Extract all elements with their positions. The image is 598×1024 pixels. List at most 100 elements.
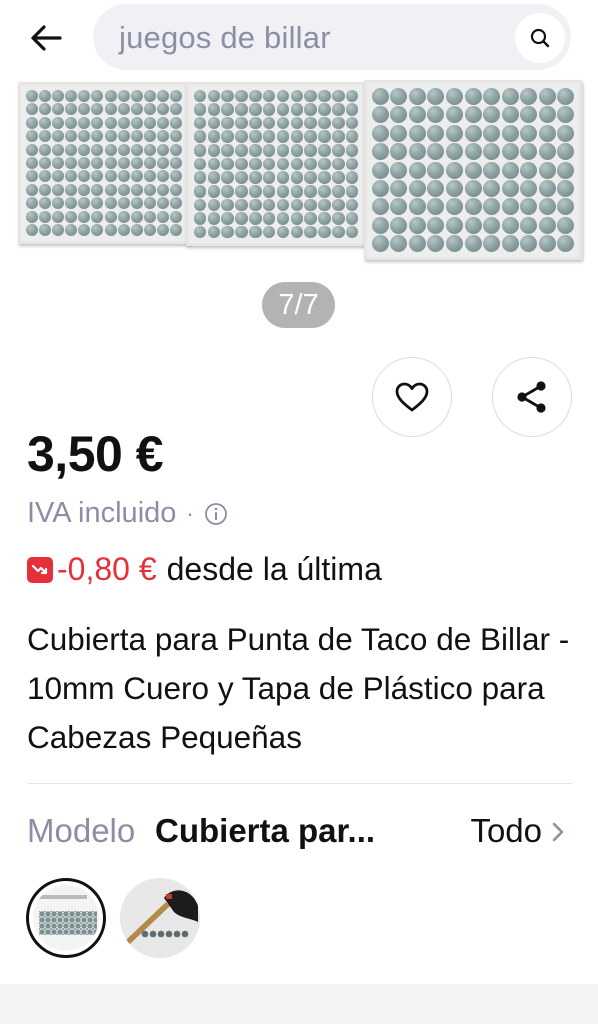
product-image-detail	[91, 89, 104, 102]
model-all-link[interactable]: Todo	[470, 812, 542, 850]
product-image-detail	[408, 143, 426, 161]
product-image-detail	[144, 170, 157, 183]
back-button[interactable]	[24, 18, 68, 58]
product-image-detail	[483, 235, 501, 253]
product-image-detail	[170, 170, 183, 183]
product-image-detail	[25, 157, 38, 169]
product-image-detail	[207, 171, 220, 184]
product-image-detail	[249, 225, 262, 239]
product-image-detail	[290, 116, 303, 130]
product-image-detail	[371, 87, 389, 105]
product-image-detail	[207, 212, 220, 225]
section-separator	[0, 984, 598, 1024]
product-image-detail	[520, 179, 538, 197]
product-image-detail	[91, 224, 104, 237]
product-image-detail	[157, 116, 170, 129]
product-image-detail	[38, 116, 51, 129]
product-image-detail	[371, 216, 389, 234]
product-image-detail	[390, 235, 408, 253]
product-image-detail	[38, 157, 51, 169]
product-image-detail	[249, 130, 262, 143]
product-image-detail	[193, 116, 207, 130]
product-image-detail	[390, 198, 408, 216]
search-button[interactable]	[515, 13, 565, 63]
product-image-detail	[520, 87, 538, 105]
product-image-detail	[51, 116, 64, 129]
product-image-detail	[235, 103, 248, 116]
product-image-gallery[interactable]: 7/7	[0, 76, 598, 344]
vat-info: IVA incluido ·	[27, 497, 228, 530]
product-image-detail	[290, 225, 303, 239]
product-image-detail	[408, 106, 426, 124]
product-image-detail	[276, 157, 290, 171]
product-image-detail	[345, 144, 359, 157]
product-image-detail	[345, 103, 359, 116]
product-image-detail	[262, 171, 276, 184]
separator-dot: ·	[186, 500, 194, 526]
product-image-tray	[18, 82, 190, 244]
product-image-detail	[221, 144, 234, 157]
share-button[interactable]	[492, 357, 572, 437]
product-image-detail	[538, 87, 556, 105]
product-image-detail	[390, 216, 408, 234]
product-image-detail	[262, 89, 276, 103]
product-image-detail	[408, 198, 426, 216]
product-image-detail	[25, 116, 38, 129]
product-image-detail	[25, 210, 38, 223]
product-image-detail	[304, 116, 317, 130]
favorite-button[interactable]	[372, 357, 452, 437]
product-image-detail	[408, 124, 426, 142]
product-image-detail	[445, 198, 463, 216]
model-selector[interactable]: Modelo Cubierta par... Todo	[27, 808, 572, 852]
product-image-detail	[249, 116, 262, 130]
product-image-detail	[290, 144, 303, 157]
product-image-detail	[332, 212, 345, 225]
product-image-detail	[332, 157, 345, 171]
product-image-detail	[207, 116, 220, 130]
product-image-detail	[501, 87, 519, 105]
product-image-detail	[483, 143, 501, 161]
product-image-detail	[371, 235, 389, 253]
product-image-detail	[464, 87, 482, 105]
product-image-detail	[170, 103, 183, 116]
search-input[interactable]: juegos de billar	[119, 20, 331, 56]
product-image-detail	[557, 235, 575, 253]
product-image-detail	[51, 183, 64, 196]
product-image-detail	[235, 171, 248, 184]
product-image-detail	[51, 224, 64, 237]
product-image-detail	[170, 89, 183, 102]
search-bar[interactable]: juegos de billar	[93, 4, 571, 70]
model-thumbnail[interactable]	[120, 878, 200, 958]
product-image-detail	[144, 116, 157, 129]
product-image-detail	[345, 157, 359, 171]
product-image-detail	[221, 130, 234, 143]
product-image-detail	[276, 185, 290, 198]
product-image-detail	[130, 197, 143, 210]
product-image-detail	[520, 216, 538, 234]
product-image-detail	[262, 103, 276, 116]
product-image-detail	[557, 161, 575, 179]
product-image-detail	[193, 171, 207, 184]
product-image-detail	[207, 103, 220, 116]
info-icon[interactable]	[204, 502, 228, 526]
product-image-detail	[304, 212, 317, 225]
product-image-detail	[464, 235, 482, 253]
product-image-detail	[235, 225, 248, 239]
product-image-detail	[193, 185, 207, 198]
product-image-detail	[38, 103, 51, 116]
product-image-detail	[65, 224, 78, 237]
model-thumbnail-selected[interactable]	[26, 878, 106, 958]
product-image-detail	[332, 116, 345, 130]
product-image-detail	[117, 130, 130, 143]
product-image-detail	[304, 198, 317, 212]
product-image-detail	[157, 210, 170, 223]
product-image-detail	[65, 116, 78, 129]
product-image-detail	[445, 143, 463, 161]
product-image-detail	[345, 185, 359, 198]
product-image-detail	[51, 143, 64, 156]
product-image-detail	[332, 198, 345, 212]
product-image-detail	[345, 89, 359, 103]
product-image-detail	[65, 183, 78, 196]
product-image-detail	[371, 124, 389, 142]
heart-icon	[395, 382, 429, 412]
